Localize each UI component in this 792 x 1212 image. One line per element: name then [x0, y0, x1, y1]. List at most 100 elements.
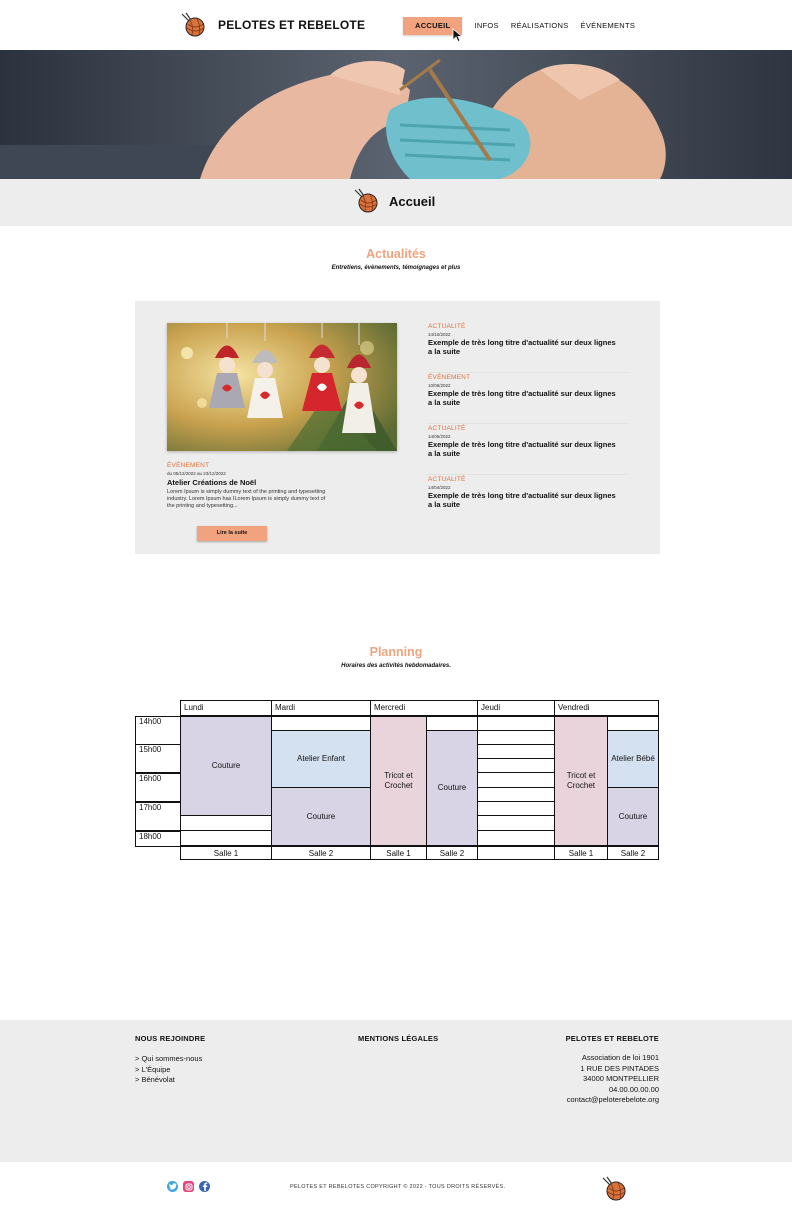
empty-slot [180, 830, 272, 846]
news-item-date: 10/06/2022 [428, 383, 451, 388]
time-label: 16h00 [135, 773, 180, 802]
brand-name: PELOTES ET REBELOTE [218, 18, 366, 32]
empty-slot [477, 787, 555, 802]
day-header: Jeudi [477, 700, 555, 716]
empty-slot [477, 744, 555, 759]
social-links [167, 1181, 210, 1192]
time-label: 18h00 [135, 831, 180, 847]
read-more-button[interactable]: Lire la suite [197, 526, 267, 541]
empty-slot [477, 801, 555, 816]
activity-block[interactable]: Atelier Enfant [271, 730, 371, 788]
room-label: Salle 2 [271, 846, 371, 860]
facebook-icon[interactable] [199, 1181, 210, 1192]
empty-slot [180, 815, 272, 831]
instagram-icon[interactable] [183, 1181, 194, 1192]
news-item-date: 14/10/2022 [428, 332, 451, 337]
footer-org-title: PELOTES ET REBELOTE [565, 1034, 659, 1043]
news-item-category: ACTUALITÉ [428, 425, 466, 432]
news-title: Actualités [366, 247, 426, 261]
yarn-ball-icon [353, 188, 379, 214]
empty-slot [477, 730, 555, 745]
room-label: Salle 2 [426, 846, 478, 860]
featured-date: du 05/12/2022 au 23/12/2022 [167, 471, 226, 476]
footer-legal-link[interactable]: MENTIONS LÉGALES [358, 1034, 438, 1043]
main-nav: ACCUEIL INFOS RÉALISATIONS ÉVÉNEMENTS [403, 17, 647, 35]
time-label: 15h00 [135, 744, 180, 773]
empty-slot [477, 815, 555, 831]
featured-title[interactable]: Atelier Créations de Noël [167, 478, 256, 487]
address-line: 34000 MONTPELLIER [583, 1074, 659, 1083]
empty-slot [477, 758, 555, 773]
news-item-category: ACTUALITÉ [428, 476, 466, 483]
activity-block[interactable]: Couture [180, 716, 272, 816]
time-label: 14h00 [135, 716, 180, 745]
news-item-category: ÉVÉNEMENT [428, 374, 471, 381]
activity-block[interactable]: Tricot et Crochet [554, 716, 608, 846]
room-label: Salle 2 [607, 846, 659, 860]
nav-infos[interactable]: INFOS [474, 17, 498, 35]
nav-realisations[interactable]: RÉALISATIONS [511, 17, 569, 35]
brand-logo[interactable]: PELOTES ET REBELOTE [180, 12, 365, 38]
footer-join-title: NOUS REJOINDRE [135, 1034, 206, 1043]
cursor-icon [452, 28, 464, 47]
news-item[interactable]: ACTUALITÉ 14/05/2022 Exemple de très lon… [428, 424, 628, 475]
page-title: Accueil [389, 193, 436, 209]
empty-slot [271, 716, 371, 731]
day-header: Vendredi [554, 700, 659, 716]
hero-banner [0, 50, 792, 179]
site-header: PELOTES ET REBELOTE ACCUEIL INFOS RÉALIS… [0, 0, 792, 50]
room-label: Salle 1 [370, 846, 427, 860]
nav-evenements[interactable]: ÉVÉNEMENTS [581, 17, 636, 35]
footer-link-team[interactable]: > L'Équipe [135, 1065, 202, 1076]
featured-image[interactable] [167, 323, 397, 451]
planning-table: Lundi Mardi Mercredi Jeudi Vendredi 14h0… [135, 700, 659, 860]
copyright: PELOTES ET REBELOTES COPYRIGHT © 2022 - … [290, 1184, 506, 1190]
news-subtitle: Entretiens, évènements, témoignages et p… [331, 265, 461, 271]
address-line: 1 RUE DES PINTADES [580, 1063, 659, 1073]
featured-category: ÉVÉNEMENT [167, 462, 210, 469]
news-item-title[interactable]: Exemple de très long titre d'actualité s… [428, 440, 618, 458]
news-item-title[interactable]: Exemple de très long titre d'actualité s… [428, 389, 618, 407]
news-panel: ÉVÉNEMENT du 05/12/2022 au 23/12/2022 At… [135, 301, 660, 554]
day-header: Mercredi [370, 700, 478, 716]
yarn-ball-icon [601, 1176, 627, 1202]
planning-title: Planning [369, 645, 423, 659]
empty-slot [477, 772, 555, 788]
day-header: Lundi [180, 700, 272, 716]
activity-block[interactable]: Atelier Bébé [607, 730, 659, 788]
news-item-category: ACTUALITÉ [428, 323, 466, 330]
news-item-title[interactable]: Exemple de très long titre d'actualité s… [428, 338, 618, 356]
activity-block[interactable]: Couture [271, 787, 371, 846]
time-label: 17h00 [135, 802, 180, 831]
empty-slot [477, 716, 555, 731]
phone-number: 04.00.00.00.00 [608, 1084, 659, 1094]
empty-slot [607, 716, 659, 731]
twitter-icon[interactable] [167, 1181, 178, 1192]
email-link[interactable]: contact@peloterebelote.org [567, 1095, 659, 1106]
bottom-bar: PELOTES ET REBELOTES COPYRIGHT © 2022 - … [0, 1162, 792, 1212]
footer-links: > Qui sommes-nous > L'Équipe > Bénévolat [135, 1054, 202, 1086]
empty-slot [426, 716, 478, 731]
room-label [477, 846, 555, 860]
activity-block[interactable]: Tricot et Crochet [370, 716, 427, 846]
footer-address: Association de loi 1901 1 RUE DES PINTAD… [567, 1053, 659, 1106]
site-footer: NOUS REJOINDRE > Qui sommes-nous > L'Équ… [0, 1020, 792, 1162]
news-item[interactable]: ACTUALITÉ 14/04/2022 Exemple de très lon… [428, 475, 628, 526]
planning-subtitle: Horaires des activités hebdomadaires. [341, 663, 451, 669]
news-item[interactable]: ÉVÉNEMENT 10/06/2022 Exemple de très lon… [428, 373, 628, 424]
news-item[interactable]: ACTUALITÉ 14/10/2022 Exemple de très lon… [428, 322, 628, 373]
footer-link-volunteer[interactable]: > Bénévolat [135, 1075, 202, 1086]
news-item-title[interactable]: Exemple de très long titre d'actualité s… [428, 491, 618, 509]
room-label: Salle 1 [554, 846, 608, 860]
featured-excerpt: Lorem Ipsum is simply dummy text of the … [167, 489, 326, 509]
footer-link-about[interactable]: > Qui sommes-nous [135, 1054, 202, 1065]
activity-block[interactable]: Couture [607, 787, 659, 846]
activity-block[interactable]: Couture [426, 730, 478, 846]
day-header: Mardi [271, 700, 371, 716]
yarn-ball-icon [180, 12, 206, 38]
empty-slot [477, 830, 555, 846]
news-item-date: 14/05/2022 [428, 434, 451, 439]
news-list: ACTUALITÉ 14/10/2022 Exemple de très lon… [428, 322, 628, 526]
news-item-date: 14/04/2022 [428, 485, 451, 490]
room-label: Salle 1 [180, 846, 272, 860]
